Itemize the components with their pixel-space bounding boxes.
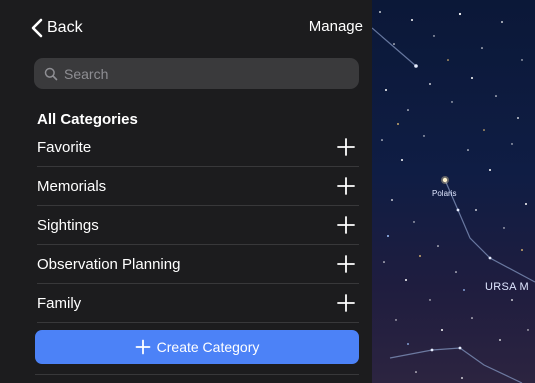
add-to-category-plus-icon[interactable] [335, 214, 357, 236]
category-row-sightings[interactable]: Sightings [37, 206, 359, 245]
category-label: Observation Planning [37, 255, 181, 273]
back-label: Back [47, 19, 83, 36]
section-title: All Categories [37, 111, 138, 128]
category-label: Memorials [37, 177, 107, 195]
category-label: Sightings [37, 216, 99, 234]
category-row-family[interactable]: Family [37, 284, 359, 323]
back-button[interactable]: Back [30, 15, 83, 41]
add-to-category-plus-icon[interactable] [335, 292, 357, 314]
search-bar[interactable] [34, 58, 359, 89]
categories-panel: Back Manage All Categories Favorite Memo… [0, 0, 372, 383]
category-row-favorite[interactable]: Favorite [37, 128, 359, 167]
plus-icon [135, 339, 151, 355]
add-to-category-plus-icon[interactable] [335, 136, 357, 158]
category-row-observation-planning[interactable]: Observation Planning [37, 245, 359, 284]
search-input[interactable] [64, 65, 324, 82]
create-category-button[interactable]: Create Category [35, 330, 359, 364]
category-label: Favorite [37, 138, 92, 156]
star-label-polaris[interactable]: Polaris [432, 189, 456, 198]
add-to-category-plus-icon[interactable] [335, 253, 357, 275]
constellation-label[interactable]: URSA M [485, 281, 529, 293]
category-row-memorials[interactable]: Memorials [37, 167, 359, 206]
divider [35, 374, 359, 375]
chevron-left-icon [31, 18, 43, 38]
search-icon [44, 67, 58, 80]
add-to-category-plus-icon[interactable] [335, 175, 357, 197]
category-list: Favorite Memorials Sightings Observation… [37, 128, 359, 323]
nav-bar: Back Manage [0, 0, 372, 52]
manage-button[interactable]: Manage [309, 18, 363, 35]
create-category-label: Create Category [156, 339, 260, 355]
category-label: Family [37, 294, 82, 312]
sky-map[interactable]: Polaris URSA M [372, 0, 535, 383]
